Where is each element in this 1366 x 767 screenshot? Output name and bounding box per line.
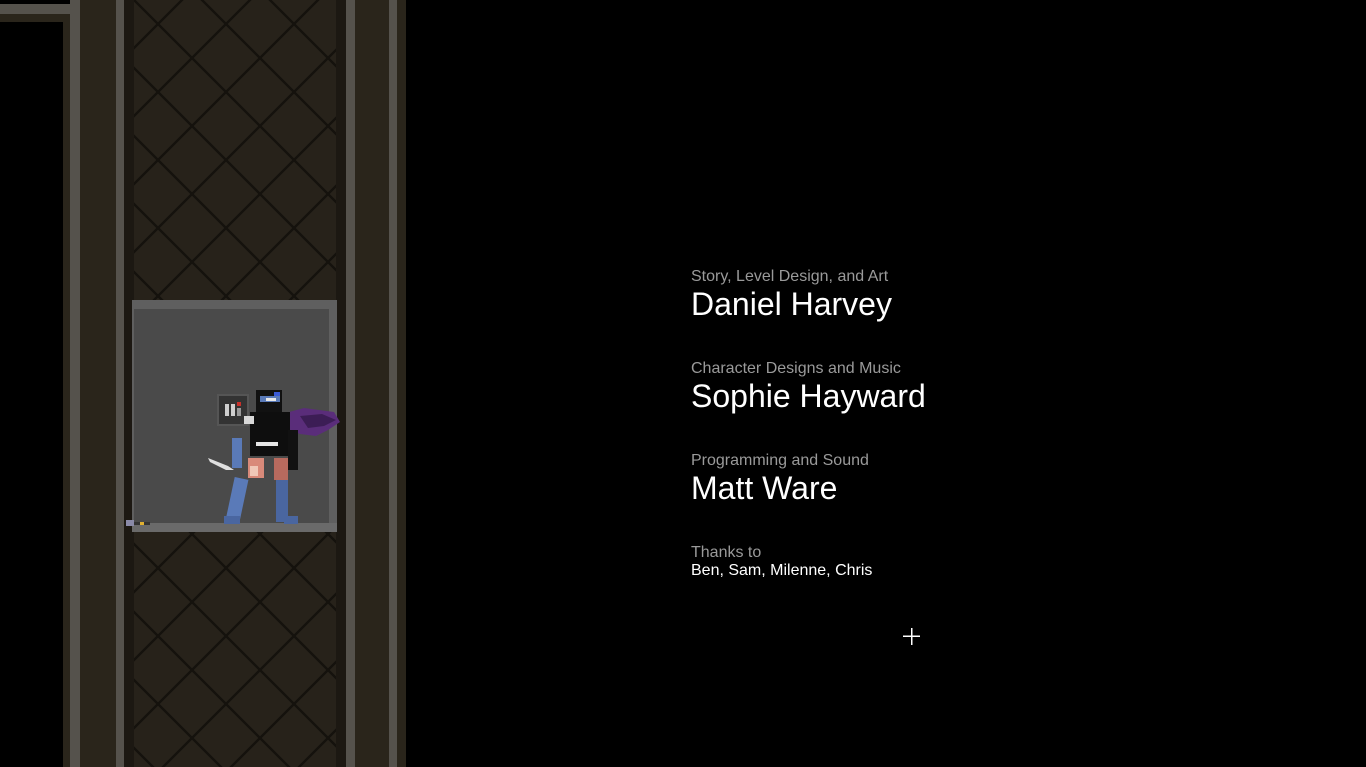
left-wall [80, 0, 116, 767]
shaft-right-edge [336, 0, 346, 767]
credit-entry: Story, Level Design, and Art Daniel Harv… [691, 268, 892, 322]
credit-role: Story, Level Design, and Art [691, 268, 889, 285]
right-outer-wall [397, 0, 406, 767]
dropped-key-icon [126, 520, 150, 526]
credit-entry: Programming and Sound Matt Ware [691, 452, 869, 506]
crosshair-cursor-icon [903, 628, 920, 645]
credit-name: Matt Ware [691, 470, 838, 506]
credit-entry: Character Designs and Music Sophie Haywa… [691, 360, 926, 414]
credit-role: Character Designs and Music [691, 360, 901, 377]
thanks-entry: Thanks to Ben, Sam, Milenne, Chris [691, 544, 872, 580]
thanks-label: Thanks to [691, 544, 762, 561]
left-shaft-pillar [116, 0, 124, 767]
credit-name: Daniel Harvey [691, 286, 892, 322]
top-inner-ledge [0, 14, 70, 22]
credit-role: Programming and Sound [691, 452, 869, 469]
player-character-sprite [208, 390, 340, 524]
left-outer-pillar [70, 0, 80, 767]
game-scene [0, 0, 406, 767]
right-outer-pillar [389, 0, 397, 767]
right-shaft-pillar [346, 0, 355, 767]
right-wall [355, 0, 389, 767]
thanks-names: Ben, Sam, Milenne, Chris [691, 562, 873, 579]
credit-name: Sophie Hayward [691, 378, 926, 414]
top-outer-ledge [0, 4, 80, 14]
